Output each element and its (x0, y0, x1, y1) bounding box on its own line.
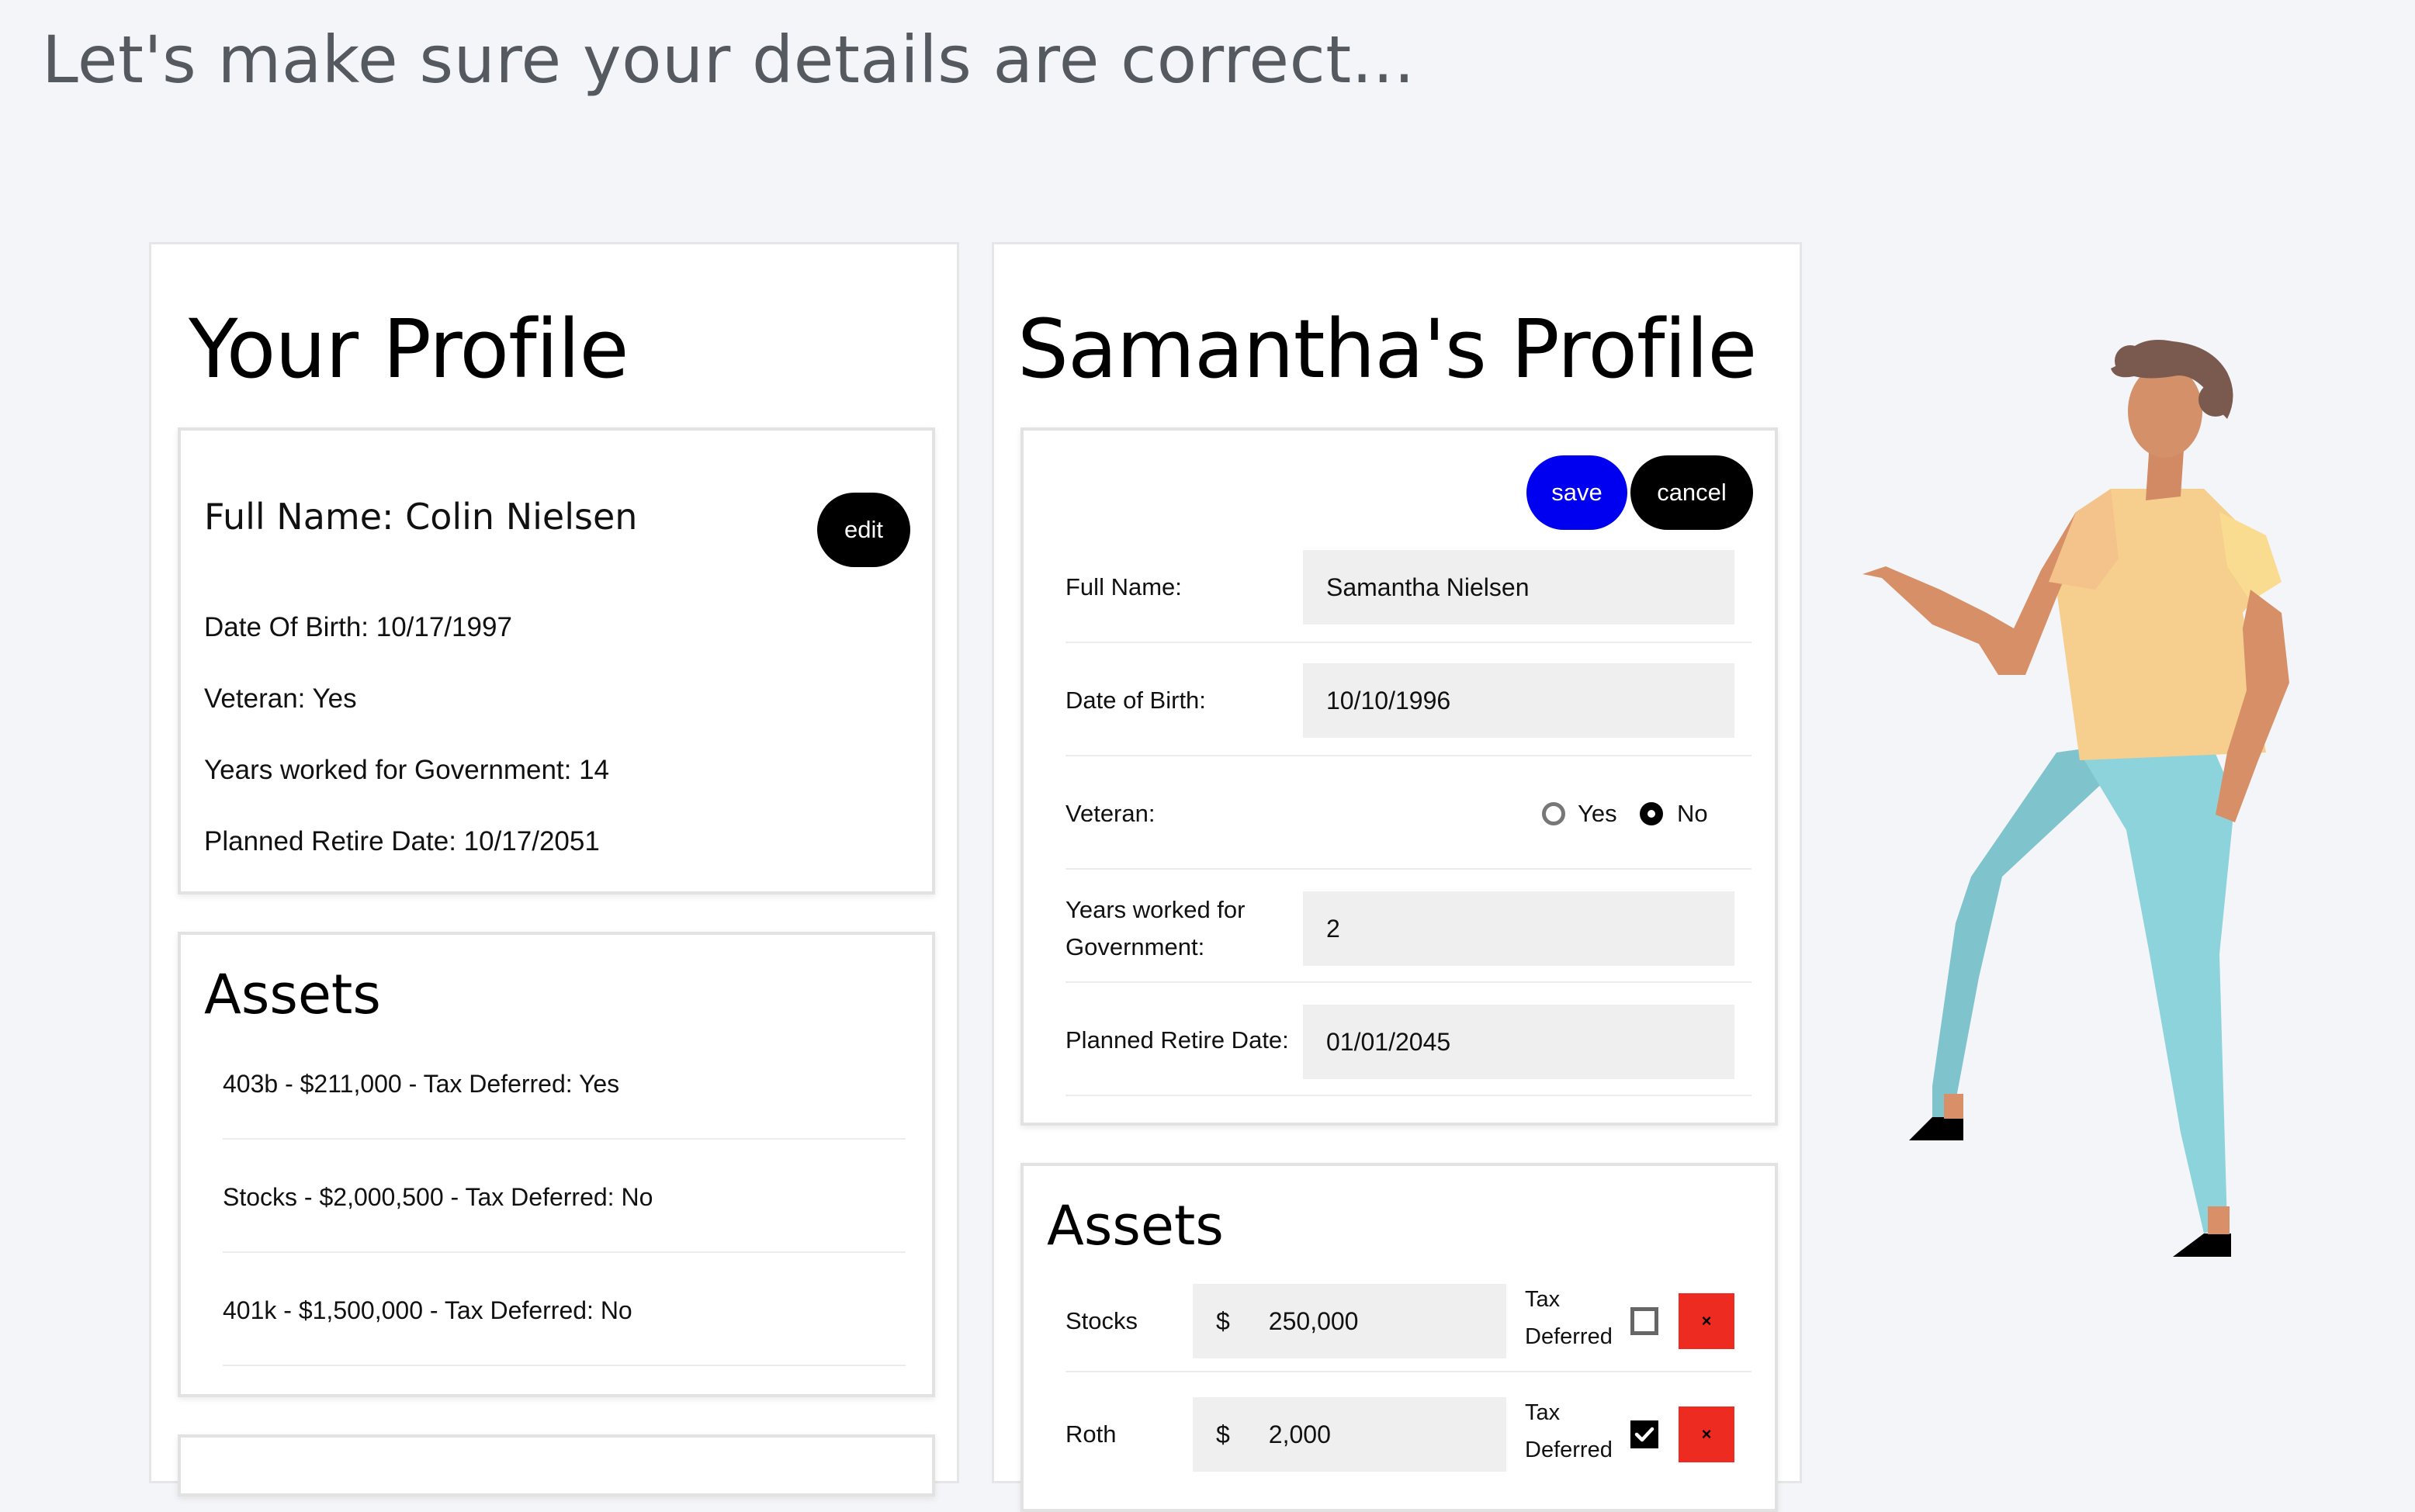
veteran-yes-radio[interactable] (1542, 802, 1565, 825)
years-worked-label-line1: Years worked for (1065, 896, 1246, 923)
form-divider (1065, 981, 1751, 983)
spouse-profile-card: Samantha's Profile save cancel Full Name… (992, 242, 1802, 1512)
asset-list-item: 403b - $211,000 - Tax Deferred: Yes (223, 1070, 620, 1098)
your-assets-title: Assets (204, 963, 381, 1026)
your-details-panel: Full Name: Colin Nielsen edit Date Of Bi… (178, 427, 935, 894)
asset-amount-input[interactable]: $ 2,000 (1193, 1397, 1506, 1472)
retire-date-input[interactable]: 01/01/2045 (1303, 1005, 1734, 1079)
asset-amount-value: 250,000 (1268, 1306, 1359, 1335)
person-pointing-illustration (1862, 340, 2289, 1257)
asset-divider (223, 1251, 906, 1253)
your-retire-date: Planned Retire Date: 10/17/2051 (204, 826, 600, 856)
edit-button[interactable]: edit (817, 493, 910, 567)
cancel-button[interactable]: cancel (1630, 455, 1753, 530)
your-assets-panel: Assets 403b - $211,000 - Tax Deferred: Y… (178, 932, 935, 1397)
date-of-birth-label: Date of Birth: (1065, 687, 1206, 714)
asset-list-item: Stocks - $2,000,500 - Tax Deferred: No (223, 1183, 653, 1211)
tax-deferred-label-line2: Deferred (1525, 1438, 1613, 1462)
asset-name: Roth (1065, 1420, 1117, 1448)
delete-asset-button[interactable]: × (1679, 1406, 1734, 1462)
veteran-no-label[interactable]: No (1677, 795, 1708, 832)
currency-symbol: $ (1216, 1420, 1230, 1448)
your-date-of-birth: Date Of Birth: 10/17/1997 (204, 612, 512, 642)
next-panel-partial (178, 1434, 935, 1496)
form-divider (1065, 642, 1751, 643)
currency-symbol: $ (1216, 1306, 1230, 1335)
veteran-no-radio[interactable] (1640, 802, 1663, 825)
years-worked-input[interactable]: 2 (1303, 891, 1734, 966)
asset-divider (223, 1138, 906, 1140)
tax-deferred-label-line1: Tax (1525, 1287, 1561, 1312)
spouse-details-panel: save cancel Full Name: Samantha Nielsen … (1020, 427, 1778, 1126)
tax-deferred-checkbox[interactable] (1630, 1420, 1658, 1448)
your-profile-card: Your Profile Full Name: Colin Nielsen ed… (149, 242, 959, 1496)
spouse-assets-title: Assets (1047, 1194, 1224, 1258)
your-years-worked: Years worked for Government: 14 (204, 755, 610, 785)
form-divider (1065, 868, 1751, 870)
asset-divider (1065, 1371, 1751, 1372)
your-veteran-status: Veteran: Yes (204, 683, 357, 714)
spouse-assets-panel: Assets Stocks $ 250,000 Tax Deferred × R… (1020, 1163, 1778, 1512)
spouse-profile-title: Samantha's Profile (1017, 302, 1757, 396)
form-divider (1065, 1095, 1751, 1096)
form-divider (1065, 755, 1751, 756)
date-of-birth-input[interactable]: 10/10/1996 (1303, 663, 1734, 738)
delete-asset-button[interactable]: × (1679, 1293, 1734, 1349)
asset-divider (223, 1365, 906, 1366)
save-button[interactable]: save (1526, 455, 1627, 530)
veteran-label: Veteran: (1065, 800, 1156, 827)
tax-deferred-checkbox[interactable] (1630, 1307, 1658, 1335)
asset-list-item: 401k - $1,500,000 - Tax Deferred: No (223, 1296, 632, 1324)
asset-name: Stocks (1065, 1307, 1138, 1334)
asset-amount-value: 2,000 (1268, 1420, 1331, 1448)
years-worked-label-line2: Government: (1065, 933, 1205, 960)
veteran-yes-label[interactable]: Yes (1578, 795, 1617, 832)
page-heading: Let's make sure your details are correct… (42, 22, 1415, 98)
retire-date-label: Planned Retire Date: (1065, 1026, 1289, 1054)
full-name-input[interactable]: Samantha Nielsen (1303, 550, 1734, 625)
checkmark-icon (1634, 1427, 1654, 1442)
asset-amount-input[interactable]: $ 250,000 (1193, 1284, 1506, 1358)
tax-deferred-label-line1: Tax (1525, 1400, 1561, 1425)
your-full-name: Full Name: Colin Nielsen (204, 496, 638, 538)
full-name-label: Full Name: (1065, 573, 1182, 600)
tax-deferred-label-line2: Deferred (1525, 1324, 1613, 1349)
your-profile-title: Your Profile (189, 302, 629, 396)
